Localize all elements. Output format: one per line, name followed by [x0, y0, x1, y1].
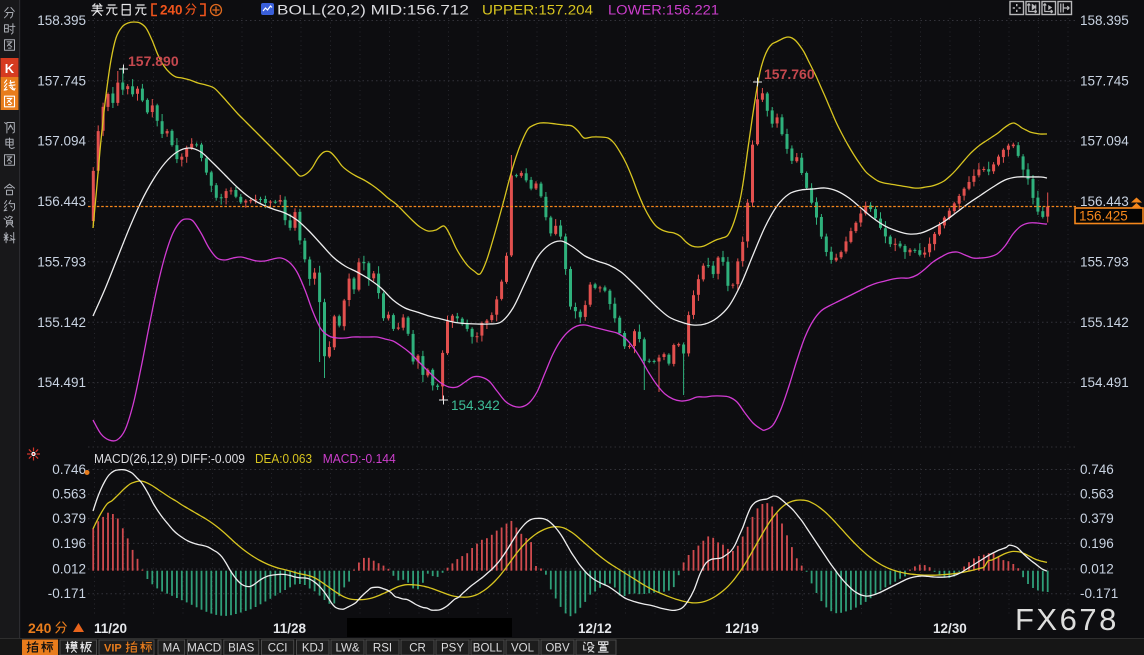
svg-text:0.746: 0.746 [1080, 462, 1114, 477]
svg-text:12/12: 12/12 [578, 621, 612, 636]
svg-text:K: K [5, 61, 15, 76]
svg-text:MACD:-0.144: MACD:-0.144 [323, 451, 396, 466]
svg-text:KDJ: KDJ [302, 643, 324, 655]
svg-text:OBV: OBV [545, 643, 570, 655]
svg-text:154.342: 154.342 [451, 398, 500, 413]
svg-text:156.443: 156.443 [37, 194, 86, 209]
svg-text:157.745: 157.745 [37, 73, 86, 88]
svg-text:VIP: VIP [104, 643, 122, 655]
svg-text:12/19: 12/19 [725, 621, 759, 636]
svg-text:157.094: 157.094 [37, 134, 86, 149]
svg-text:0.196: 0.196 [1080, 536, 1114, 551]
svg-text:CR: CR [409, 643, 426, 655]
svg-text:FX678: FX678 [1015, 602, 1119, 637]
svg-text:157.890: 157.890 [128, 53, 179, 69]
svg-text:MACD(26,12,9) DIFF:-0.009: MACD(26,12,9) DIFF:-0.009 [94, 451, 245, 466]
svg-text:156.425: 156.425 [1079, 209, 1128, 224]
svg-text:DEA:0.063: DEA:0.063 [255, 451, 312, 466]
svg-text:0.746: 0.746 [52, 462, 86, 477]
svg-text:240: 240 [28, 620, 52, 636]
svg-text:0.563: 0.563 [1080, 487, 1114, 502]
svg-text:155.142: 155.142 [1080, 315, 1129, 330]
svg-text:11/28: 11/28 [273, 621, 307, 636]
svg-text:-0.171: -0.171 [1080, 586, 1118, 601]
svg-text:11/20: 11/20 [94, 621, 127, 636]
svg-text:157.094: 157.094 [1080, 134, 1129, 149]
svg-text:RSI: RSI [373, 643, 392, 655]
svg-text:0.563: 0.563 [52, 487, 86, 502]
svg-text:BOLL: BOLL [473, 643, 503, 655]
svg-text:158.395: 158.395 [37, 13, 86, 28]
svg-text:12/30: 12/30 [933, 621, 967, 636]
svg-text:154.491: 154.491 [1080, 375, 1129, 390]
svg-text:0.379: 0.379 [52, 511, 86, 526]
svg-text:155.142: 155.142 [37, 315, 86, 330]
svg-text:BOLL(20,2) MID:156.712: BOLL(20,2) MID:156.712 [277, 3, 469, 18]
svg-text:155.793: 155.793 [1080, 254, 1129, 269]
svg-text:LOWER:156.221: LOWER:156.221 [608, 3, 719, 18]
svg-text:154.491: 154.491 [37, 375, 86, 390]
svg-text:CCI: CCI [268, 643, 288, 655]
svg-text:-0.171: -0.171 [48, 586, 86, 601]
svg-text:0.196: 0.196 [52, 536, 86, 551]
svg-text:MA: MA [163, 643, 181, 655]
svg-text:158.395: 158.395 [1080, 13, 1129, 28]
svg-text:UPPER:157.204: UPPER:157.204 [482, 3, 594, 18]
svg-text:157.760: 157.760 [764, 66, 815, 82]
svg-text:156.443: 156.443 [1080, 194, 1129, 209]
svg-text:0.012: 0.012 [1080, 562, 1114, 577]
svg-text:0.379: 0.379 [1080, 511, 1114, 526]
svg-text:LW&: LW& [335, 643, 359, 655]
svg-text:VOL: VOL [511, 643, 535, 655]
svg-text:240: 240 [160, 3, 183, 18]
svg-text:0.012: 0.012 [52, 562, 86, 577]
svg-text:MACD: MACD [187, 643, 221, 655]
svg-text:PSY: PSY [441, 643, 464, 655]
svg-text:155.793: 155.793 [37, 254, 86, 269]
svg-text:157.745: 157.745 [1080, 73, 1129, 88]
svg-text:BIAS: BIAS [228, 643, 255, 655]
